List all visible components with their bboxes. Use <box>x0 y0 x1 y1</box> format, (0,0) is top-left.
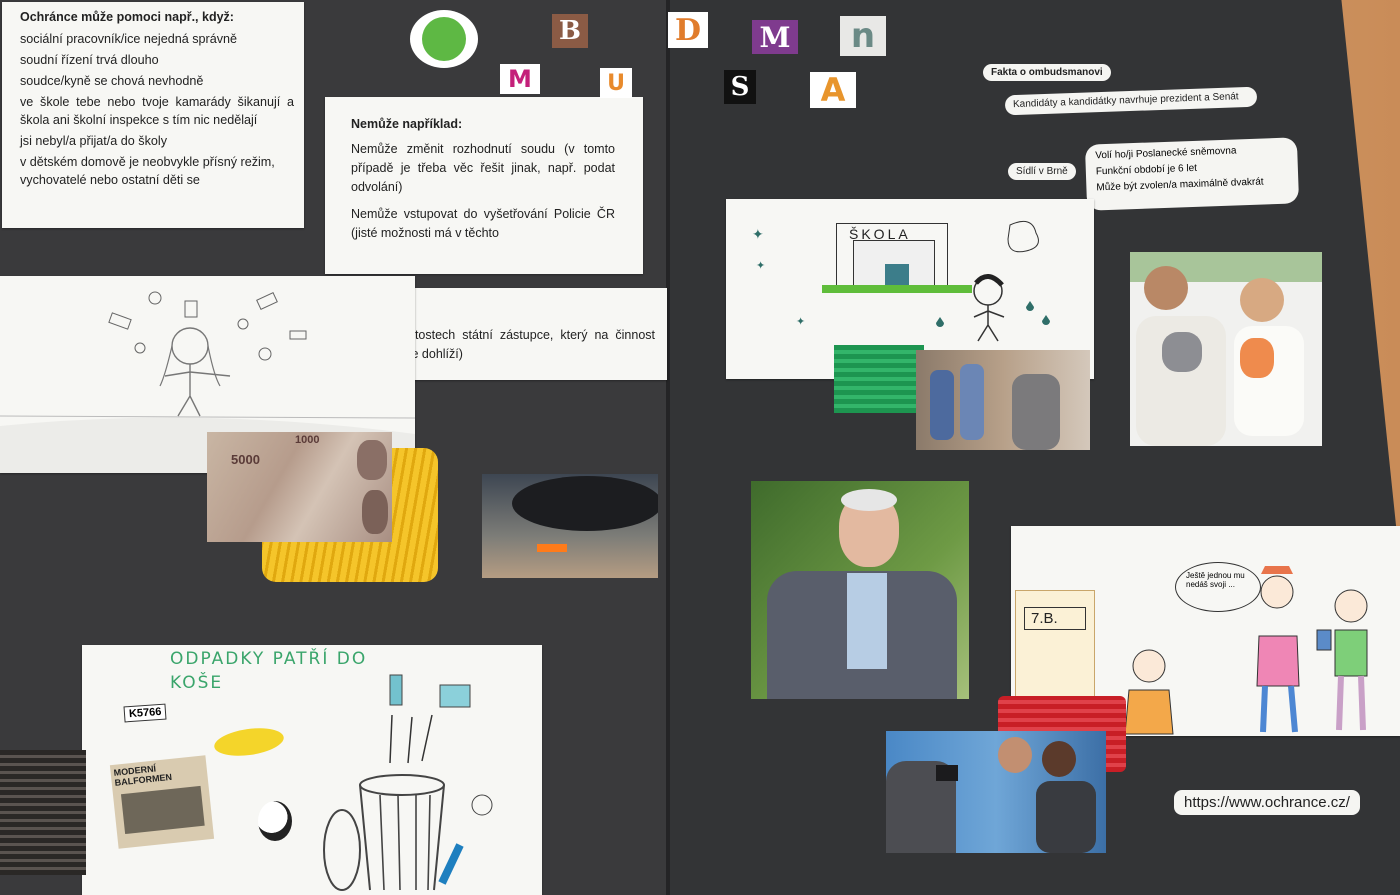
cannot-paragraph-3: záležitostech státní zástupce, který na … <box>383 328 655 361</box>
help-item: jsi nebyl/a přijat/a do školy <box>20 134 167 148</box>
cannot-paragraph-2: Nemůže vstupovat do vyšetřování Policie … <box>351 207 615 240</box>
help-list-heading: Ochránce může pomoci např., když: <box>20 10 234 24</box>
cannot-paragraph-1: Nemůže změnit rozhodnutí soudu (v tomto … <box>351 142 615 194</box>
cannot-heading: Nemůže například: <box>351 117 463 131</box>
license-plate: K5766 <box>123 703 167 723</box>
drawing-trash: ODPADKY PATŘÍ DO KOŠE K5766 MODERNÍ BALF… <box>82 645 542 895</box>
help-item: soudní řízení trvá dlouho <box>20 53 159 67</box>
title-letter-s: S <box>724 70 756 104</box>
help-item: sociální pracovník/ice nejedná správně <box>20 32 238 46</box>
plate-text: K5766 <box>128 705 162 721</box>
help-item: ve škole tebe nebo tvoje kamarády šikanu… <box>20 95 294 127</box>
help-item: v dětském domově je neobvykle přísný rež… <box>20 155 275 187</box>
cannot-note: Nemůže například: Nemůže změnit rozhodnu… <box>325 97 643 274</box>
title-letter-m: M <box>752 20 798 54</box>
black-corrugated-card <box>0 750 86 875</box>
green-corrugated-card <box>834 345 924 413</box>
fire-smoke-photo <box>482 474 658 578</box>
trash-bin-sketch <box>323 674 493 891</box>
help-list-note: Ochránce může pomoci např., když: sociál… <box>2 2 304 228</box>
fact-2: Sídlí v Brně <box>1008 163 1076 180</box>
help-item: soudce/kyně se chová nevhodně <box>20 74 204 88</box>
title-letter-m2: M <box>500 64 540 94</box>
svg-text:✦: ✦ <box>756 260 765 272</box>
svg-text:✦: ✦ <box>796 316 805 328</box>
title-letter-u: U <box>600 68 632 98</box>
chips-bag <box>212 724 286 760</box>
title-letter-d: D <box>668 12 708 48</box>
cyberbullying-photo <box>886 731 1106 853</box>
football <box>258 801 292 841</box>
banknote-1000-value: 1000 <box>295 434 320 446</box>
title-letter-o: O <box>410 10 478 68</box>
poster-fold <box>666 0 670 895</box>
sad-girls-photo <box>916 350 1090 450</box>
website-link[interactable]: https://www.ochrance.cz/ <box>1174 790 1360 815</box>
banknote-portrait <box>362 490 388 534</box>
svg-text:✦: ✦ <box>752 226 764 242</box>
ombudsman-portrait-photo <box>751 481 969 699</box>
facts-card: Volí ho/ji Poslanecké sněmovna Funkční o… <box>1084 137 1300 211</box>
magazine-cutout: MODERNÍ BALFORMEN <box>109 755 215 849</box>
banknotes-cutout: 5000 1000 <box>207 432 392 542</box>
children-cats-photo <box>1130 252 1322 446</box>
title-letter-a: A <box>810 71 856 109</box>
banknote-portrait <box>357 440 387 480</box>
title-letter-b: B <box>552 14 588 48</box>
banknote-5000-value: 5000 <box>231 452 260 467</box>
title-letter-n: n <box>840 16 886 56</box>
fact-heading: Fakta o ombudsmanovi <box>983 64 1111 81</box>
